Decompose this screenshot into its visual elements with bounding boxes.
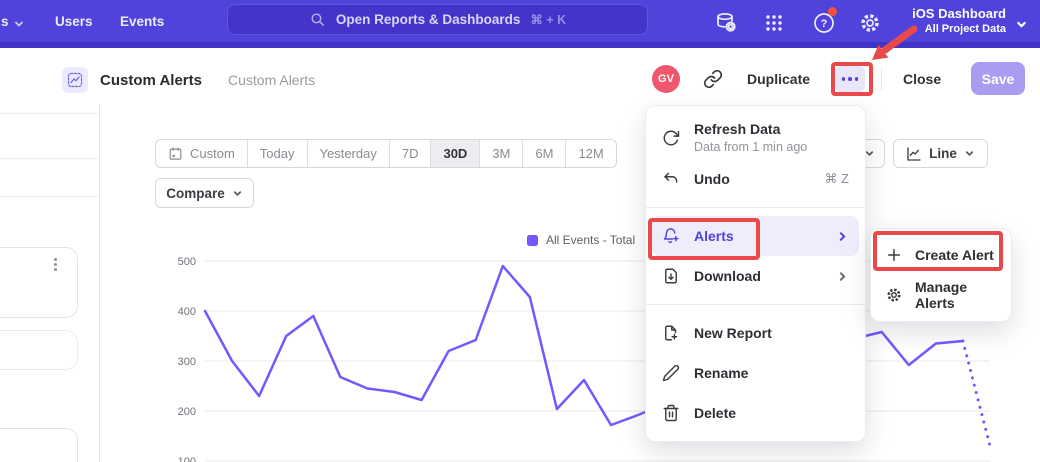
sidebar-row-divider <box>0 113 99 114</box>
apps-grid-icon[interactable] <box>762 11 788 37</box>
range-7d[interactable]: 7D <box>389 140 431 167</box>
more-options-button[interactable] <box>835 66 865 92</box>
menu-divider <box>646 207 865 208</box>
app-root: s Users Events Open Reports & Dashboards… <box>0 0 1040 462</box>
report-header: Custom Alerts Custom Alerts GV Duplicate… <box>0 48 1040 104</box>
chevron-down-icon <box>13 18 25 30</box>
range-3m[interactable]: 3M <box>479 140 522 167</box>
menu-item-label: Refresh Data <box>694 121 807 137</box>
more-options-menu: Refresh Data Data from 1 min ago Undo ⌘ … <box>645 105 866 442</box>
project-name: iOS Dashboard <box>912 6 1006 21</box>
menu-item-subtext: Data from 1 min ago <box>694 140 807 154</box>
range-label: Custom <box>190 146 235 161</box>
submenu-item-create-alert[interactable]: Create Alert <box>876 235 1006 275</box>
page-title: Custom Alerts <box>100 72 202 89</box>
search-shortcut: ⌘ + K <box>530 12 566 27</box>
svg-text:100: 100 <box>178 456 196 462</box>
menu-divider <box>646 304 865 305</box>
data-management-icon[interactable] <box>714 11 740 37</box>
line-chart-icon <box>906 146 922 162</box>
menu-item-label: Alerts <box>694 228 734 244</box>
download-icon <box>662 267 680 285</box>
range-12m[interactable]: 12M <box>565 140 615 167</box>
range-yesterday[interactable]: Yesterday <box>307 140 389 167</box>
sidebar-row-divider <box>0 158 99 159</box>
nav-item-events[interactable]: Events <box>120 14 164 29</box>
new-report-icon <box>662 324 680 342</box>
avatar[interactable]: GV <box>652 65 680 93</box>
chevron-down-icon <box>1015 18 1028 31</box>
submenu-item-label: Manage Alerts <box>915 279 997 311</box>
menu-item-refresh-data[interactable]: Refresh Data Data from 1 min ago <box>652 114 859 159</box>
svg-text:400: 400 <box>178 306 196 318</box>
range-6m[interactable]: 6M <box>522 140 565 167</box>
trash-icon <box>662 404 680 422</box>
top-nav: s Users Events Open Reports & Dashboards… <box>0 0 1040 48</box>
menu-item-label: Rename <box>694 365 748 381</box>
undo-icon <box>662 170 680 188</box>
gear-icon <box>885 286 903 304</box>
compare-button[interactable]: Compare <box>155 178 254 208</box>
menu-item-rename[interactable]: Rename <box>652 353 859 393</box>
breadcrumb: Custom Alerts <box>228 72 315 88</box>
svg-text:300: 300 <box>178 356 196 368</box>
save-button[interactable]: Save <box>971 62 1025 95</box>
copy-link-icon[interactable] <box>703 69 723 89</box>
menu-item-label: Undo <box>694 171 730 187</box>
menu-item-label: Delete <box>694 405 736 421</box>
alerts-submenu: Create Alert Manage Alerts <box>870 228 1012 322</box>
project-scope: All Project Data <box>912 23 1006 35</box>
submenu-item-manage-alerts[interactable]: Manage Alerts <box>876 275 1006 315</box>
chevron-down-icon <box>232 188 243 199</box>
undo-shortcut: ⌘ Z <box>824 171 849 187</box>
range-today[interactable]: Today <box>247 140 307 167</box>
svg-text:500: 500 <box>178 256 196 268</box>
range-custom[interactable]: Custom <box>156 140 247 167</box>
alert-bell-plus-icon <box>662 227 680 245</box>
nav-item-users[interactable]: Users <box>55 14 93 29</box>
report-chart-icon <box>62 67 88 93</box>
svg-text:200: 200 <box>178 406 196 418</box>
menu-item-alerts[interactable]: Alerts <box>652 216 859 256</box>
svg-text:?: ? <box>821 18 828 30</box>
menu-item-new-report[interactable]: New Report <box>652 313 859 353</box>
pencil-icon <box>662 364 680 382</box>
chart-type-label: Line <box>929 146 957 161</box>
chevron-right-icon <box>836 270 849 283</box>
chart-type-button[interactable]: Line <box>893 139 988 168</box>
refresh-icon <box>662 129 680 147</box>
date-range-control: Custom Today Yesterday 7D 30D 3M 6M 12M <box>155 139 617 168</box>
calendar-icon <box>168 146 183 161</box>
search-placeholder: Open Reports & Dashboards <box>336 12 521 27</box>
menu-item-undo[interactable]: Undo ⌘ Z <box>652 159 859 199</box>
sidebar-row-divider <box>0 196 99 197</box>
header-divider <box>881 68 882 90</box>
search-icon <box>309 11 326 28</box>
chevron-right-icon <box>836 230 849 243</box>
nav-item-partial[interactable]: s <box>1 14 9 29</box>
close-button[interactable]: Close <box>903 71 941 87</box>
menu-item-delete[interactable]: Delete <box>652 393 859 433</box>
plus-icon <box>885 246 903 264</box>
menu-item-download[interactable]: Download <box>652 256 859 296</box>
range-30d-selected[interactable]: 30D <box>430 140 479 167</box>
project-selector[interactable]: iOS Dashboard All Project Data <box>912 6 1006 35</box>
settings-gear-icon[interactable] <box>858 11 884 37</box>
search-input[interactable]: Open Reports & Dashboards ⌘ + K <box>227 4 648 35</box>
notification-dot <box>828 7 837 16</box>
menu-item-label: Download <box>694 268 761 284</box>
compare-label: Compare <box>166 186 225 201</box>
duplicate-button[interactable]: Duplicate <box>747 71 810 87</box>
menu-item-label: New Report <box>694 325 772 341</box>
submenu-item-label: Create Alert <box>915 247 994 263</box>
chevron-down-icon <box>964 148 975 159</box>
